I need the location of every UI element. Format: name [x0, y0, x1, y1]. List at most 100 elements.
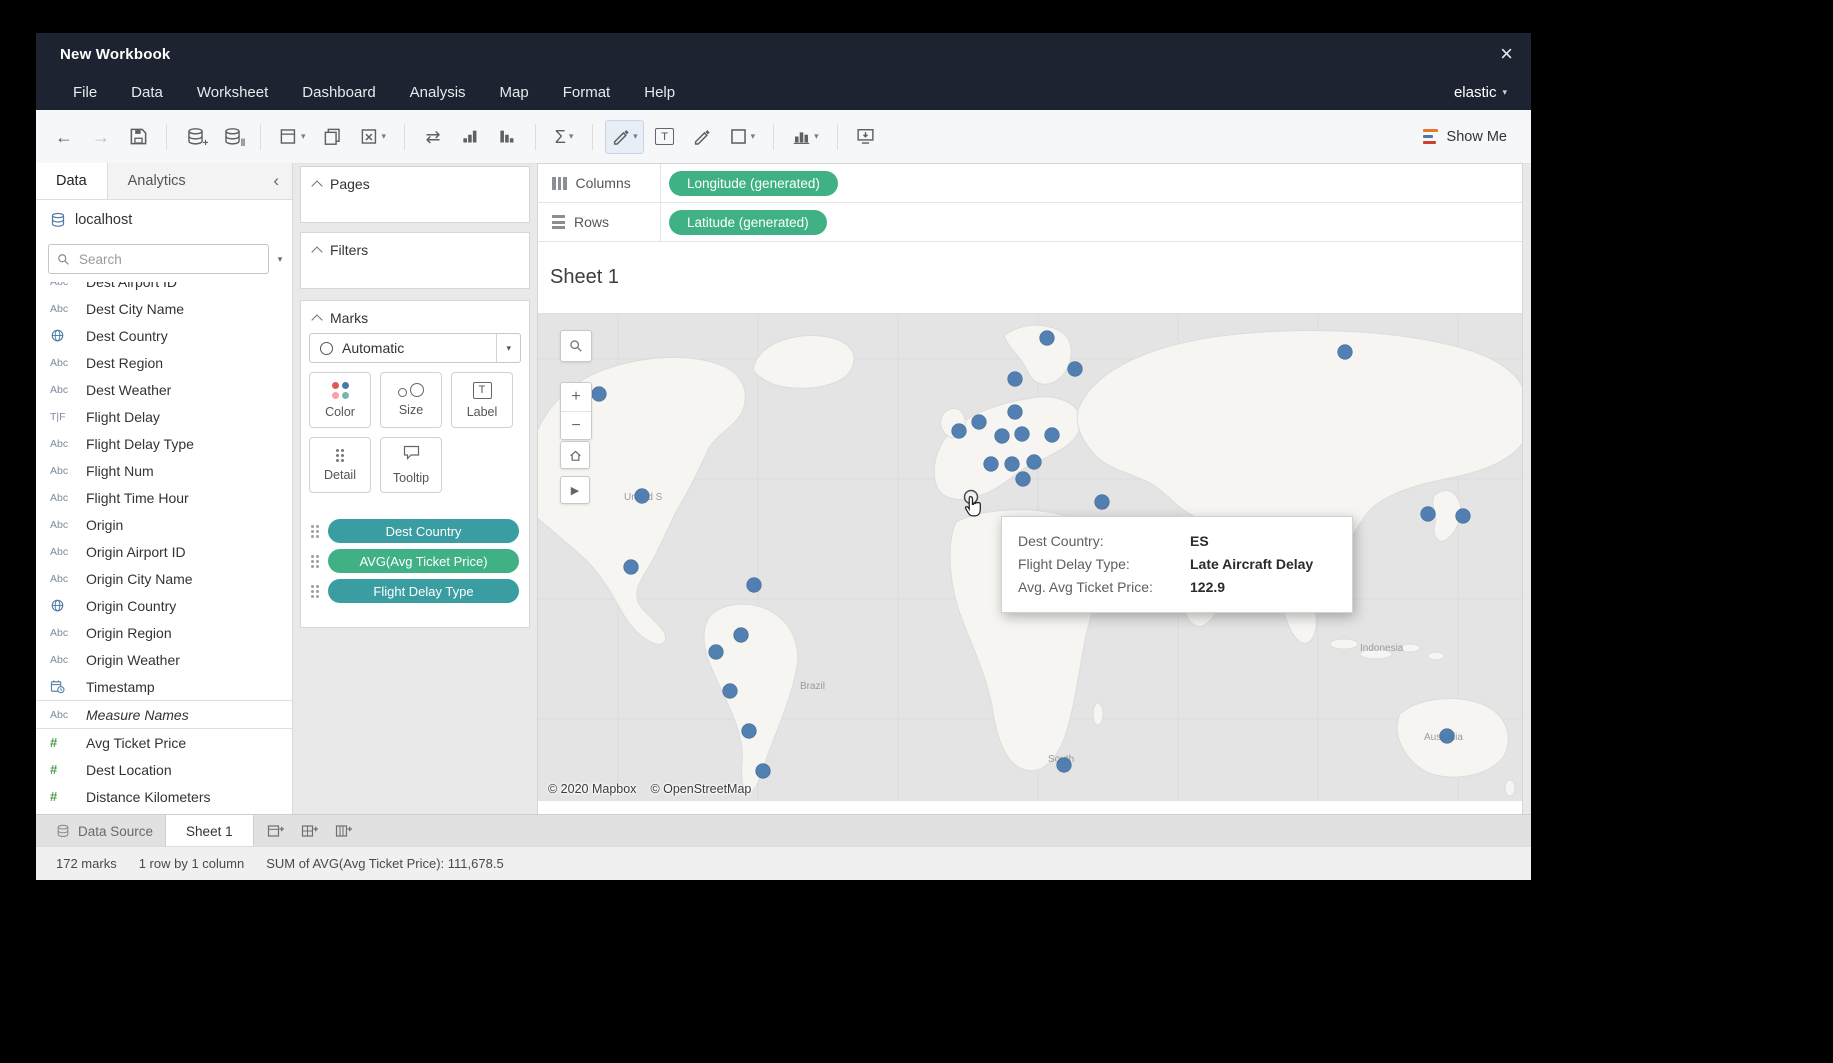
map-mark[interactable]: [756, 764, 771, 779]
map-mark[interactable]: [952, 424, 967, 439]
show-me-button[interactable]: Show Me: [1415, 110, 1515, 163]
osm-attribution[interactable]: © OpenStreetMap: [650, 782, 751, 796]
menu-data[interactable]: Data: [131, 84, 163, 101]
menu-worksheet[interactable]: Worksheet: [197, 84, 268, 101]
field-item[interactable]: AbcFlight Delay Type: [36, 430, 292, 457]
presentation-mode-button[interactable]: [850, 120, 882, 154]
search-options-icon[interactable]: ▾: [272, 254, 288, 265]
field-item[interactable]: Origin Country: [36, 592, 292, 619]
map-mark[interactable]: [1045, 428, 1060, 443]
undo-button[interactable]: ←: [48, 120, 80, 154]
totals-button[interactable]: Σ▾: [548, 120, 580, 154]
rows-pill-latitude[interactable]: Latitude (generated): [669, 210, 827, 235]
field-item[interactable]: AbcOrigin City Name: [36, 565, 292, 592]
swap-rows-columns-button[interactable]: ⇄: [417, 120, 449, 154]
mark-type-dropdown[interactable]: Automatic ▾: [309, 333, 521, 363]
new-worksheet-tab-button[interactable]: [262, 818, 290, 844]
field-item[interactable]: #Distance Kilometers: [36, 783, 292, 810]
marks-pill-avg-ticket-price[interactable]: AVG(Avg Ticket Price): [328, 549, 519, 573]
new-story-tab-button[interactable]: [330, 818, 358, 844]
field-item[interactable]: T|FFlight Delay: [36, 403, 292, 430]
map-options-expand-button[interactable]: ▶: [560, 476, 590, 504]
save-button[interactable]: [122, 120, 154, 154]
map-mark[interactable]: [1016, 472, 1031, 487]
new-worksheet-button[interactable]: ▾: [273, 120, 312, 154]
map-mark[interactable]: [1027, 455, 1042, 470]
highlight-button[interactable]: ▾: [605, 120, 644, 154]
field-item[interactable]: #Dest Location: [36, 756, 292, 783]
map-search-button[interactable]: [560, 330, 592, 362]
menu-dashboard[interactable]: Dashboard: [302, 84, 375, 101]
collapse-pane-icon[interactable]: ‹: [260, 163, 292, 199]
field-item[interactable]: Timestamp: [36, 673, 292, 700]
menu-file[interactable]: File: [73, 84, 97, 101]
detail-button[interactable]: Detail: [309, 437, 371, 493]
map-mark[interactable]: [984, 457, 999, 472]
format-button[interactable]: [686, 120, 718, 154]
map-mark[interactable]: [734, 628, 749, 643]
map-mark[interactable]: [1421, 507, 1436, 522]
rows-shelf[interactable]: Latitude (generated): [661, 203, 1522, 241]
tooltip-button[interactable]: Tooltip: [380, 437, 442, 493]
map-mark[interactable]: [1040, 331, 1055, 346]
new-data-source-button[interactable]: +: [179, 120, 211, 154]
zoom-out-button[interactable]: −: [561, 411, 591, 439]
map-mark[interactable]: [1015, 427, 1030, 442]
redo-button[interactable]: →: [85, 120, 117, 154]
map-mark[interactable]: [995, 429, 1010, 444]
map-mark-hovered[interactable]: [965, 491, 978, 504]
duplicate-sheet-button[interactable]: [317, 120, 349, 154]
field-item[interactable]: #Avg Ticket Price: [36, 728, 292, 756]
map-mark[interactable]: [1338, 345, 1353, 360]
close-icon[interactable]: ×: [1500, 33, 1513, 75]
map-mark[interactable]: [747, 578, 762, 593]
sort-descending-button[interactable]: [491, 120, 523, 154]
clear-sheet-button[interactable]: ▾: [354, 120, 393, 154]
map-mark[interactable]: [1057, 758, 1072, 773]
menu-format[interactable]: Format: [563, 84, 611, 101]
field-item[interactable]: AbcOrigin Airport ID: [36, 538, 292, 565]
columns-pill-longitude[interactable]: Longitude (generated): [669, 171, 838, 196]
data-connection[interactable]: localhost: [36, 200, 292, 240]
menu-help[interactable]: Help: [644, 84, 675, 101]
field-item[interactable]: AbcDest City Name: [36, 295, 292, 322]
field-item[interactable]: AbcDest Region: [36, 349, 292, 376]
map-mark[interactable]: [742, 724, 757, 739]
field-item[interactable]: AbcFlight Time Hour: [36, 484, 292, 511]
map-mark[interactable]: [1440, 729, 1455, 744]
marks-pill-dest-country[interactable]: Dest Country: [328, 519, 519, 543]
field-item[interactable]: AbcDest Weather: [36, 376, 292, 403]
zoom-home-button[interactable]: [560, 441, 590, 469]
label-button[interactable]: T Label: [451, 372, 513, 428]
map-mark[interactable]: [1095, 495, 1110, 510]
sheet-tab-sheet1[interactable]: Sheet 1: [165, 815, 254, 847]
columns-shelf[interactable]: Longitude (generated): [661, 164, 1522, 202]
field-item[interactable]: AbcDest Airport ID: [36, 282, 292, 295]
map-mark[interactable]: [723, 684, 738, 699]
mapbox-attribution[interactable]: © 2020 Mapbox: [548, 782, 636, 796]
map-mark[interactable]: [1456, 509, 1471, 524]
fit-view-button[interactable]: ▾: [786, 120, 825, 154]
field-item[interactable]: AbcOrigin: [36, 511, 292, 538]
color-button[interactable]: Color: [309, 372, 371, 428]
menu-map[interactable]: Map: [500, 84, 529, 101]
map-mark[interactable]: [1008, 405, 1023, 420]
field-item[interactable]: AbcFlight Num: [36, 457, 292, 484]
map-mark[interactable]: [1005, 457, 1020, 472]
pages-shelf[interactable]: Pages: [300, 166, 530, 223]
menu-analysis[interactable]: Analysis: [410, 84, 466, 101]
tab-analytics[interactable]: Analytics: [108, 163, 206, 199]
map-mark[interactable]: [624, 560, 639, 575]
map-mark[interactable]: [592, 387, 607, 402]
map-mark[interactable]: [1068, 362, 1083, 377]
chevron-down-icon[interactable]: ▾: [496, 334, 520, 362]
map-mark[interactable]: [709, 645, 724, 660]
field-search-input[interactable]: [77, 251, 260, 268]
map-mark[interactable]: [635, 489, 650, 504]
pause-auto-updates-button[interactable]: ‖: [216, 120, 248, 154]
marks-pill-flight-delay-type[interactable]: Flight Delay Type: [328, 579, 519, 603]
filters-shelf[interactable]: Filters: [300, 232, 530, 289]
tab-data[interactable]: Data: [36, 163, 108, 199]
field-item[interactable]: AbcOrigin Region: [36, 619, 292, 646]
field-item[interactable]: AbcMeasure Names: [36, 700, 292, 728]
